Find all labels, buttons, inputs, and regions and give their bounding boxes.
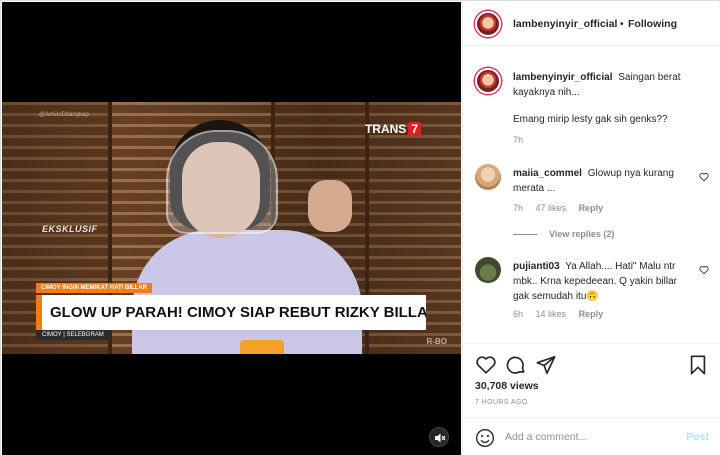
add-comment-bar: Post: [463, 417, 720, 455]
caption-text-line2: Emang mirip lesty gak sih genks??: [513, 114, 668, 125]
view-replies-button[interactable]: View replies (2): [513, 229, 614, 239]
bookmark-icon[interactable]: [687, 354, 709, 376]
face-shield: [166, 130, 278, 234]
video-player[interactable]: @Amiin/Ditangkap TRANS 7 EKSKLUSIF CIMOY …: [2, 102, 461, 354]
view-count[interactable]: 30,708 views: [475, 380, 539, 392]
separator-dot: •: [620, 18, 624, 30]
mute-button[interactable]: [429, 427, 449, 447]
following-button[interactable]: Following: [628, 18, 677, 30]
caption-username[interactable]: lambenyinyir_official: [513, 72, 612, 83]
comment-username[interactable]: maiia_commel: [513, 168, 582, 179]
avatar[interactable]: [475, 257, 501, 283]
channel-logo: TRANS 7: [365, 122, 421, 136]
comment-time: 7h: [513, 203, 524, 213]
avatar[interactable]: [475, 11, 501, 37]
exclusive-label: EKSKLUSIF: [42, 224, 98, 234]
comment-icon[interactable]: [505, 354, 527, 376]
reply-button[interactable]: Reply: [579, 309, 604, 319]
heart-icon[interactable]: [699, 172, 709, 182]
media-panel: @Amiin/Ditangkap TRANS 7 EKSKLUSIF CIMOY …: [2, 2, 461, 455]
speaker-muted-icon: [435, 433, 446, 443]
post-timestamp[interactable]: 7 HOURS AGO: [475, 399, 528, 406]
microphone: [240, 340, 284, 354]
comment-time: 6h: [513, 309, 524, 319]
caption-time: 7h: [513, 135, 524, 145]
header-username[interactable]: lambenyinyir_official: [513, 18, 617, 30]
post-sidebar: lambenyinyir_official • Following lamben…: [462, 2, 720, 455]
lower-third-kicker: CIMOY INGIN MEMIKAT HATI BILLAR: [36, 283, 152, 293]
avatar[interactable]: [475, 164, 501, 190]
comments-list[interactable]: lambenyinyir_official Saingan berat kaya…: [463, 47, 720, 343]
list-item: maiia_commel Glowup nya kurang merata ..…: [475, 164, 715, 244]
heart-icon[interactable]: [699, 265, 709, 275]
heart-icon[interactable]: [475, 354, 497, 376]
reply-button[interactable]: Reply: [579, 203, 604, 213]
avatar[interactable]: [475, 68, 501, 94]
post-modal: @Amiin/Ditangkap TRANS 7 EKSKLUSIF CIMOY …: [0, 0, 720, 455]
post-button[interactable]: Post: [686, 431, 709, 443]
list-item: pujianti03 Ya Allah.... Hati" Malu ntr m…: [475, 257, 715, 337]
corner-mark: R-BO: [426, 337, 447, 346]
post-header: lambenyinyir_official • Following: [463, 2, 720, 46]
share-icon[interactable]: [535, 354, 557, 376]
video-watermark: @Amiin/Ditangkap: [39, 112, 89, 118]
post-actions: 30,708 views 7 HOURS AGO: [463, 343, 720, 417]
comment-username[interactable]: pujianti03: [513, 261, 560, 272]
lower-third-caption: CIMOY | SELEBGRAM: [36, 330, 110, 340]
comment-likes[interactable]: 47 likes: [536, 203, 567, 213]
emoji-icon[interactable]: [475, 428, 495, 448]
caption: lambenyinyir_official Saingan berat kaya…: [475, 68, 715, 152]
comment-input[interactable]: [505, 427, 675, 447]
lower-third-headline: GLOW UP PARAH! CIMOY SIAP REBUT RIZKY BI…: [36, 295, 426, 330]
comment-likes[interactable]: 14 likes: [536, 309, 567, 319]
